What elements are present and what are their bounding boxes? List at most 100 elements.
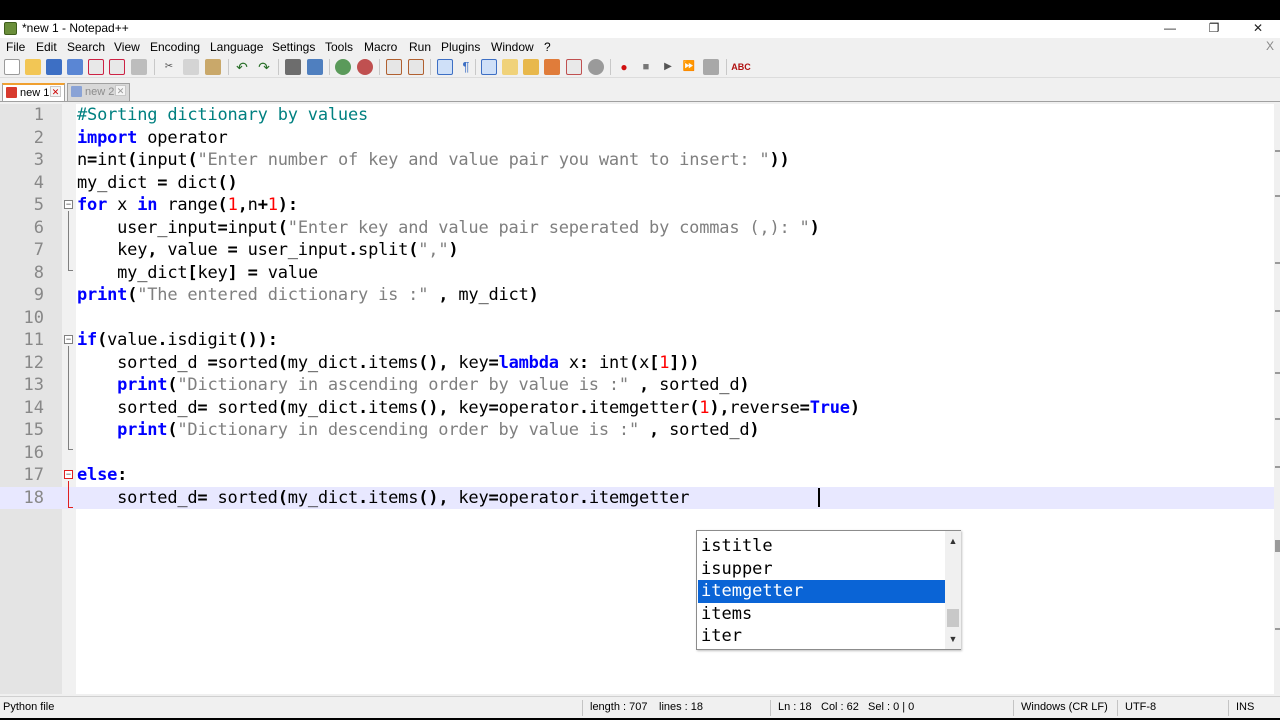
menu-encoding[interactable]: Encoding bbox=[150, 40, 200, 54]
code-line: 13 print("Dictionary in ascending order … bbox=[0, 374, 1274, 397]
menu-macro[interactable]: Macro bbox=[364, 40, 397, 54]
autocomplete-item[interactable]: items bbox=[698, 603, 945, 626]
autocomplete-item[interactable]: isupper bbox=[698, 558, 945, 581]
undo-icon[interactable]: ↶ bbox=[234, 59, 250, 75]
fold-collapse-icon[interactable]: − bbox=[64, 335, 73, 344]
close-all-icon[interactable] bbox=[109, 59, 125, 75]
tab-new-2[interactable]: new 2 ✕ bbox=[67, 83, 130, 101]
spell-check-icon[interactable]: ABC bbox=[731, 59, 751, 75]
autocomplete-item[interactable]: iter bbox=[698, 625, 945, 648]
code-text: for x in range(1,n+1): bbox=[77, 195, 298, 215]
stop-record-icon[interactable]: ■ bbox=[638, 59, 654, 75]
open-file-icon[interactable] bbox=[25, 59, 41, 75]
status-bar: Python file length : 707 lines : 18 Ln :… bbox=[0, 696, 1280, 718]
save-all-icon[interactable] bbox=[67, 59, 83, 75]
fold-collapse-icon[interactable]: − bbox=[64, 200, 73, 209]
folder-workspace-icon[interactable] bbox=[566, 59, 582, 75]
line-number: 8 bbox=[33, 262, 44, 283]
tab-close-icon[interactable]: ✕ bbox=[50, 86, 61, 97]
code-line: 11 if(value.isdigit()): bbox=[0, 329, 1274, 352]
code-line: 3 n=int(input("Enter number of key and v… bbox=[0, 149, 1274, 172]
save-icon[interactable] bbox=[46, 59, 62, 75]
indent-guide-icon[interactable] bbox=[481, 59, 497, 75]
tab-new-1[interactable]: new 1 ✕ bbox=[2, 83, 65, 101]
menu-view[interactable]: View bbox=[114, 40, 140, 54]
code-text: sorted_d= sorted(my_dict.items(), key=op… bbox=[77, 397, 860, 418]
title-bar: *new 1 - Notepad++ — ❐ ✕ bbox=[0, 20, 1280, 38]
zoom-out-icon[interactable] bbox=[357, 59, 373, 75]
menu-help[interactable]: ? bbox=[544, 40, 551, 54]
find-icon[interactable] bbox=[285, 59, 301, 75]
code-line: 9 print("The entered dictionary is :" , … bbox=[0, 284, 1274, 307]
code-line: 12 sorted_d =sorted(my_dict.items(), key… bbox=[0, 352, 1274, 375]
fold-end-marker bbox=[68, 270, 73, 271]
menu-language[interactable]: Language bbox=[210, 40, 263, 54]
show-all-chars-icon[interactable]: ¶ bbox=[458, 59, 474, 75]
line-number: 15 bbox=[23, 420, 44, 440]
unsaved-file-icon bbox=[6, 87, 17, 98]
redo-icon[interactable]: ↷ bbox=[256, 59, 272, 75]
minimize-button[interactable]: — bbox=[1150, 20, 1190, 38]
menu-file[interactable]: File bbox=[6, 40, 25, 54]
copy-icon[interactable] bbox=[183, 59, 199, 75]
close-document-button[interactable]: X bbox=[1266, 39, 1274, 53]
menu-edit[interactable]: Edit bbox=[36, 40, 57, 54]
scroll-down-icon[interactable]: ▼ bbox=[945, 631, 961, 647]
scroll-marker bbox=[1275, 628, 1280, 630]
paste-icon[interactable] bbox=[205, 59, 221, 75]
record-macro-icon[interactable]: ● bbox=[616, 59, 632, 75]
autocomplete-item-selected[interactable]: itemgetter bbox=[698, 580, 945, 603]
status-divider bbox=[582, 700, 583, 716]
editor-vertical-scrollbar[interactable] bbox=[1274, 104, 1280, 694]
maximize-button[interactable]: ❐ bbox=[1194, 20, 1234, 38]
line-number: 5 bbox=[33, 195, 44, 215]
user-language-icon[interactable] bbox=[502, 59, 518, 75]
close-icon[interactable] bbox=[88, 59, 104, 75]
replace-icon[interactable] bbox=[307, 59, 323, 75]
monitoring-icon[interactable] bbox=[588, 59, 604, 75]
sync-horizontal-icon[interactable] bbox=[408, 59, 424, 75]
autocomplete-list[interactable]: istitle isupper itemgetter items iter ▲ … bbox=[696, 530, 961, 650]
menu-run[interactable]: Run bbox=[409, 40, 431, 54]
scroll-marker bbox=[1275, 150, 1280, 152]
play-macro-icon[interactable]: ▶ bbox=[660, 59, 676, 75]
function-list-icon[interactable] bbox=[544, 59, 560, 75]
line-number: 10 bbox=[23, 307, 44, 328]
status-eol-format: Windows (CR LF) bbox=[1021, 701, 1108, 713]
save-macro-icon[interactable] bbox=[703, 59, 719, 75]
menu-window[interactable]: Window bbox=[491, 40, 534, 54]
run-macro-multiple-icon[interactable]: ⏩ bbox=[681, 59, 697, 75]
code-text: print("Dictionary in ascending order by … bbox=[117, 375, 750, 395]
line-number: 1 bbox=[33, 105, 44, 125]
fold-collapse-icon[interactable]: − bbox=[64, 470, 73, 479]
scrollbar-thumb[interactable] bbox=[947, 609, 959, 627]
notepad-plus-plus-logo-icon bbox=[4, 22, 17, 35]
menu-tools[interactable]: Tools bbox=[325, 40, 353, 54]
autocomplete-item[interactable]: istitle bbox=[698, 535, 945, 558]
sync-vertical-icon[interactable] bbox=[386, 59, 402, 75]
autocomplete-scrollbar[interactable]: ▲ ▼ bbox=[945, 531, 961, 649]
menu-search[interactable]: Search bbox=[67, 40, 105, 54]
print-icon[interactable] bbox=[131, 59, 147, 75]
code-editor[interactable]: 1 #Sorting dictionary by values 2 import… bbox=[0, 104, 1274, 694]
cut-icon[interactable]: ✂ bbox=[161, 59, 177, 75]
scroll-marker bbox=[1275, 466, 1280, 468]
scroll-up-icon[interactable]: ▲ bbox=[945, 533, 961, 549]
code-text: sorted_d= sorted(my_dict.items(), key=op… bbox=[77, 487, 690, 508]
fold-guide-line bbox=[68, 481, 69, 507]
code-line: 5 for x in range(1,n+1): bbox=[0, 194, 1274, 217]
new-file-icon[interactable] bbox=[4, 59, 20, 75]
doc-map-icon[interactable] bbox=[523, 59, 539, 75]
code-line: 7 key, value = user_input.split(",") bbox=[0, 239, 1274, 262]
tab-close-icon[interactable]: ✕ bbox=[115, 85, 126, 96]
fold-end-marker bbox=[68, 507, 73, 508]
toolbar-separator bbox=[278, 59, 279, 75]
word-wrap-icon[interactable] bbox=[437, 59, 453, 75]
menu-settings[interactable]: Settings bbox=[272, 40, 315, 54]
close-button[interactable]: ✕ bbox=[1238, 20, 1278, 38]
zoom-in-icon[interactable] bbox=[335, 59, 351, 75]
toolbar-separator bbox=[154, 59, 155, 75]
code-text: #Sorting dictionary by values bbox=[77, 105, 369, 125]
tab-label: new 1 bbox=[20, 87, 50, 99]
menu-plugins[interactable]: Plugins bbox=[441, 40, 480, 54]
